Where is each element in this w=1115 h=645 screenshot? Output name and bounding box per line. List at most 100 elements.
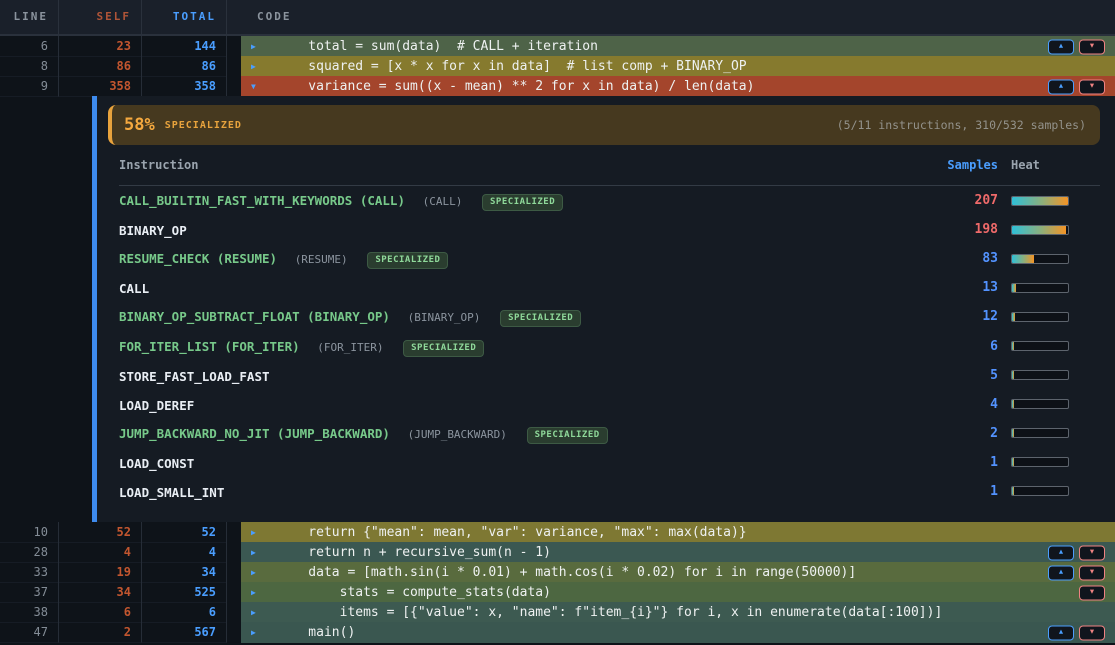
jump-up-button[interactable]: ▲ — [1048, 79, 1074, 94]
table-header: LINE SELF TOTAL CODE — [0, 0, 1115, 36]
base-instruction-name: (FOR_ITER) — [317, 341, 383, 354]
panel-content: 58% SPECIALIZED (5/11 instructions, 310/… — [97, 96, 1115, 522]
specialized-badge: SPECIALIZED — [482, 194, 563, 211]
column-header-samples[interactable]: Samples — [926, 158, 998, 172]
self-samples: 86 — [59, 56, 142, 77]
heat-bar-track — [1011, 428, 1069, 438]
code-cell[interactable]: ▶ total = sum(data) # CALL + iteration ▲… — [241, 36, 1115, 57]
row-buttons: ▲ ▼ — [1048, 39, 1105, 54]
jump-up-button[interactable]: ▲ — [1048, 625, 1074, 640]
sample-count: 207 — [926, 193, 998, 208]
specialized-detail: (5/11 instructions, 310/532 samples) — [837, 118, 1086, 132]
code-cell[interactable]: ▶ return n + recursive_sum(n - 1) ▲ ▼ — [241, 542, 1115, 563]
source-code: items = [{"value": x, "name": f"item_{i}… — [277, 603, 942, 623]
row-buttons: ▲ ▼ — [1079, 585, 1105, 600]
instruction-name: CALL — [119, 281, 149, 296]
instruction-row[interactable]: CALL 13 — [119, 273, 1100, 302]
code-line-row[interactable]: 9 358 358 ▼ variance = sum((x - mean) **… — [0, 76, 1115, 96]
line-number: 33 — [0, 562, 59, 583]
code-line-row[interactable]: 28 4 4 ▶ return n + recursive_sum(n - 1)… — [0, 542, 1115, 562]
column-header-total[interactable]: TOTAL — [142, 0, 227, 34]
code-cell[interactable]: ▶ return {"mean": mean, "var": variance,… — [241, 522, 1115, 543]
code-cell[interactable]: ▶ stats = compute_stats(data) ▲ ▼ — [241, 582, 1115, 603]
specialization-summary-banner: 58% SPECIALIZED (5/11 instructions, 310/… — [108, 105, 1100, 145]
expand-toggle-icon[interactable]: ▶ — [241, 543, 267, 563]
total-samples: 358 — [142, 76, 227, 97]
sample-count: 5 — [926, 368, 998, 383]
expand-toggle-icon[interactable]: ▶ — [241, 57, 267, 77]
self-samples: 34 — [59, 582, 142, 603]
instruction-name: RESUME_CHECK (RESUME) — [119, 251, 277, 266]
code-cell[interactable]: ▶ data = [math.sin(i * 0.01) + math.cos(… — [241, 562, 1115, 583]
jump-down-button[interactable]: ▼ — [1079, 79, 1105, 94]
heat-bar-track — [1011, 312, 1069, 322]
instruction-row[interactable]: RESUME_CHECK (RESUME) (RESUME) SPECIALIZ… — [119, 244, 1100, 273]
specialization-panel: 58% SPECIALIZED (5/11 instructions, 310/… — [0, 96, 1115, 522]
instruction-row[interactable]: LOAD_SMALL_INT 1 — [119, 477, 1100, 506]
row-buttons: ▲ ▼ — [1048, 545, 1105, 560]
sample-count: 13 — [926, 280, 998, 295]
code-cell[interactable]: ▶ items = [{"value": x, "name": f"item_{… — [241, 602, 1115, 623]
code-cell[interactable]: ▶ squared = [x * x for x in data] # list… — [241, 56, 1115, 77]
code-line-row[interactable]: 33 19 34 ▶ data = [math.sin(i * 0.01) + … — [0, 562, 1115, 582]
expand-toggle-icon[interactable]: ▶ — [241, 563, 267, 583]
column-header-heat[interactable]: Heat — [1011, 158, 1100, 172]
jump-down-button[interactable]: ▼ — [1079, 585, 1105, 600]
expand-toggle-icon[interactable]: ▶ — [241, 623, 267, 643]
jump-up-button[interactable]: ▲ — [1048, 39, 1074, 54]
line-number: 28 — [0, 542, 59, 563]
instruction-name: FOR_ITER_LIST (FOR_ITER) — [119, 339, 300, 354]
heat-bar-track — [1011, 486, 1069, 496]
instruction-row[interactable]: CALL_BUILTIN_FAST_WITH_KEYWORDS (CALL) (… — [119, 186, 1100, 215]
code-cell[interactable]: ▼ variance = sum((x - mean) ** 2 for x i… — [241, 76, 1115, 97]
expand-toggle-icon[interactable]: ▶ — [241, 603, 267, 623]
expand-toggle-icon[interactable]: ▼ — [241, 77, 267, 97]
jump-down-button[interactable]: ▼ — [1079, 545, 1105, 560]
sample-count: 6 — [926, 339, 998, 354]
heat-bar — [1011, 283, 1100, 293]
instruction-row[interactable]: BINARY_OP_SUBTRACT_FLOAT (BINARY_OP) (BI… — [119, 302, 1100, 331]
sample-count: 1 — [926, 455, 998, 470]
row-buttons: ▲ ▼ — [1048, 625, 1105, 640]
code-line-row[interactable]: 10 52 52 ▶ return {"mean": mean, "var": … — [0, 522, 1115, 542]
heat-bar-track — [1011, 457, 1069, 467]
heat-bar-track — [1011, 341, 1069, 351]
jump-down-button[interactable]: ▼ — [1079, 39, 1105, 54]
instruction-row[interactable]: STORE_FAST_LOAD_FAST 5 — [119, 361, 1100, 390]
heat-bar-track — [1011, 254, 1069, 264]
line-number: 6 — [0, 36, 59, 57]
code-line-row[interactable]: 37 34 525 ▶ stats = compute_stats(data) … — [0, 582, 1115, 602]
column-header-instruction[interactable]: Instruction — [119, 158, 926, 172]
source-code: return n + recursive_sum(n - 1) — [277, 543, 551, 563]
instruction-row[interactable]: BINARY_OP 198 — [119, 215, 1100, 244]
expand-toggle-icon[interactable]: ▶ — [241, 523, 267, 543]
column-header-self[interactable]: SELF — [59, 0, 142, 34]
specialized-badge: SPECIALIZED — [367, 252, 448, 269]
total-samples: 567 — [142, 622, 227, 643]
jump-up-button[interactable]: ▲ — [1048, 545, 1074, 560]
jump-down-button[interactable]: ▼ — [1079, 625, 1105, 640]
heat-bar — [1011, 254, 1100, 264]
code-line-row[interactable]: 38 6 6 ▶ items = [{"value": x, "name": f… — [0, 602, 1115, 622]
instruction-table-header: Instruction Samples Heat — [119, 145, 1100, 186]
heat-bar-track — [1011, 399, 1069, 409]
code-line-row[interactable]: 8 86 86 ▶ squared = [x * x for x in data… — [0, 56, 1115, 76]
self-samples: 4 — [59, 542, 142, 563]
code-line-row[interactable]: 47 2 567 ▶ main() ▲ ▼ — [0, 622, 1115, 642]
expand-toggle-icon[interactable]: ▶ — [241, 583, 267, 603]
instruction-row[interactable]: LOAD_CONST 1 — [119, 448, 1100, 477]
column-header-line[interactable]: LINE — [0, 0, 59, 34]
heat-bar-fill — [1012, 371, 1014, 379]
code-line-row[interactable]: 6 23 144 ▶ total = sum(data) # CALL + it… — [0, 36, 1115, 56]
code-cell[interactable]: ▶ main() ▲ ▼ — [241, 622, 1115, 643]
instruction-row[interactable]: LOAD_DEREF 4 — [119, 390, 1100, 419]
heat-bar — [1011, 428, 1100, 438]
sample-count: 12 — [926, 309, 998, 324]
jump-up-button[interactable]: ▲ — [1048, 565, 1074, 580]
jump-down-button[interactable]: ▼ — [1079, 565, 1105, 580]
instruction-row[interactable]: FOR_ITER_LIST (FOR_ITER) (FOR_ITER) SPEC… — [119, 331, 1100, 360]
column-header-code[interactable]: CODE — [227, 0, 1115, 34]
instruction-row[interactable]: JUMP_BACKWARD_NO_JIT (JUMP_BACKWARD) (JU… — [119, 419, 1100, 448]
self-samples: 19 — [59, 562, 142, 583]
expand-toggle-icon[interactable]: ▶ — [241, 37, 267, 57]
